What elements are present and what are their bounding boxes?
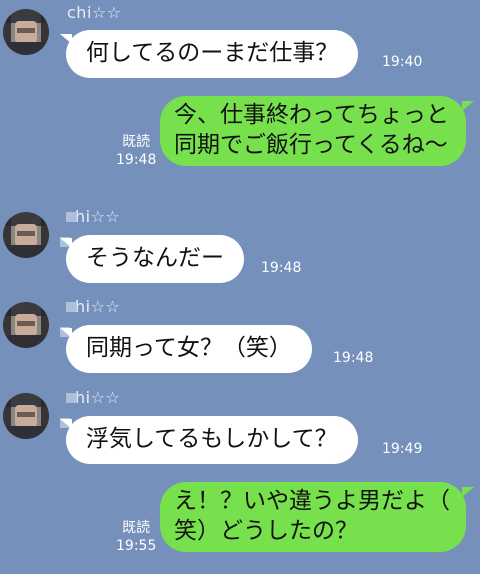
avatar[interactable] xyxy=(3,212,49,258)
avatar[interactable] xyxy=(3,393,49,439)
sender-name: hi☆☆ xyxy=(75,388,121,407)
bubble-tail xyxy=(462,101,474,111)
read-label: 既読 xyxy=(122,134,151,150)
message-time: 19:40 xyxy=(382,54,423,70)
avatar[interactable] xyxy=(3,302,49,348)
read-receipt: 既読 19:55 xyxy=(116,519,156,555)
sender-name: hi☆☆ xyxy=(75,207,121,226)
message-bubble-incoming[interactable]: 同期って女？（笑） xyxy=(66,325,312,373)
message-time: 19:48 xyxy=(333,350,374,366)
message-time: 19:49 xyxy=(382,441,423,457)
message-bubble-outgoing[interactable]: え！？いや違うよ男だよ（ 笑）どうしたの？ xyxy=(160,482,466,552)
bubble-tail xyxy=(462,487,474,497)
message-time: 19:48 xyxy=(261,260,302,276)
message-bubble-incoming[interactable]: 浮気してるもしかして？ xyxy=(66,416,358,464)
avatar[interactable] xyxy=(3,9,49,55)
read-label: 既読 xyxy=(122,520,151,536)
sender-name: hi☆☆ xyxy=(75,297,121,316)
read-receipt: 既読 19:48 xyxy=(116,133,156,169)
message-time: 19:48 xyxy=(116,152,157,168)
message-time: 19:55 xyxy=(116,538,157,554)
message-bubble-incoming[interactable]: 何してるのーまだ仕事？ xyxy=(66,30,359,78)
message-bubble-incoming[interactable]: そうなんだー xyxy=(66,235,244,283)
message-bubble-outgoing[interactable]: 今、仕事終わってちょっと 同期でご飯行ってくるね〜 xyxy=(160,96,466,166)
sender-name: chi☆☆ xyxy=(67,3,122,22)
